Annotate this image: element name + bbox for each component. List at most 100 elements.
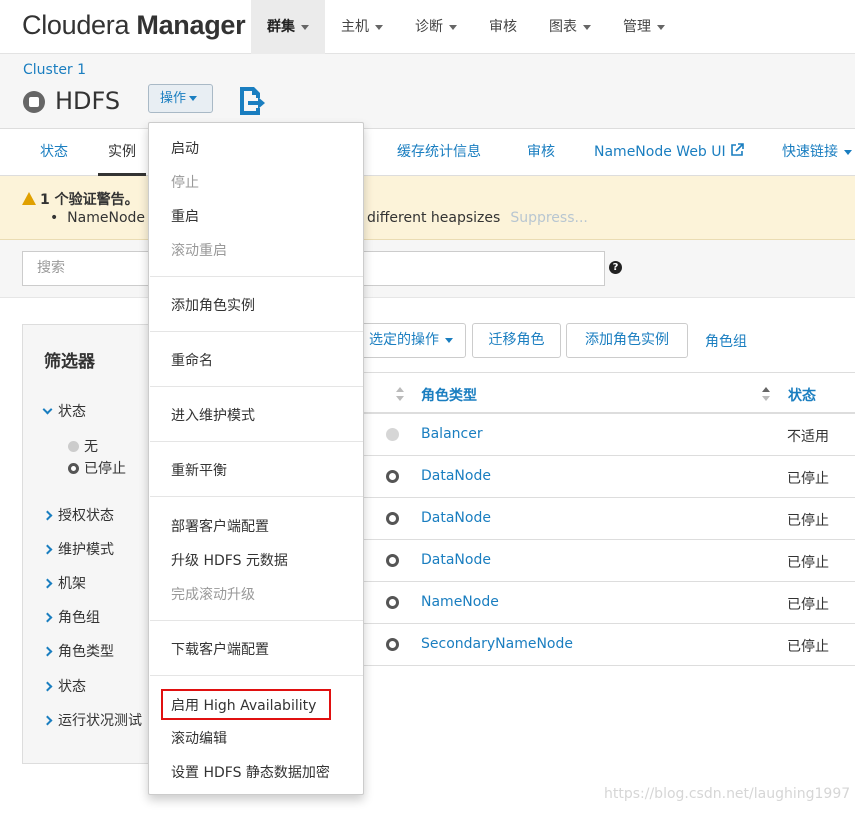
help-icon[interactable]: ?: [609, 261, 622, 274]
chevron-right-icon: [42, 715, 53, 726]
nav-diagnostics[interactable]: 诊断: [399, 0, 473, 54]
tab-label: 快速链接: [782, 144, 838, 160]
menu-item-enable-high-availability[interactable]: 启用 High Availability: [171, 695, 316, 715]
role-groups-link[interactable]: 角色组: [705, 331, 747, 351]
chevron-right-icon: [42, 612, 53, 623]
menu-item-roll-edits[interactable]: 滚动编辑: [171, 728, 227, 748]
search-area: 搜索 ?: [0, 240, 855, 298]
stopped-status-icon: [386, 512, 399, 525]
none-status-icon: [68, 441, 79, 452]
filter-option-stopped[interactable]: 已停止: [68, 458, 126, 478]
filter-status-expanded[interactable]: 状态: [42, 401, 86, 421]
menu-item-rebalance[interactable]: 重新平衡: [171, 460, 227, 480]
menu-item-rename[interactable]: 重命名: [171, 350, 213, 370]
nav-charts[interactable]: 图表: [533, 0, 607, 54]
column-state[interactable]: 状态: [788, 385, 816, 405]
warning-text-end: different heapsizes: [367, 210, 501, 226]
warning-text-start: NameNode: [67, 210, 146, 226]
page: Cloudera Manager 群集 主机 诊断 审核 图表 管理 Clust…: [0, 0, 855, 814]
filter-option-label: 已停止: [84, 461, 126, 477]
filter-maintenance-mode[interactable]: 维护模式: [42, 539, 114, 559]
stopped-status-icon: [386, 638, 399, 651]
sort-icon[interactable]: [396, 387, 404, 401]
nav-label: 管理: [623, 19, 651, 35]
nav-label: 图表: [549, 19, 577, 35]
filter-option-none[interactable]: 无: [68, 436, 98, 456]
chevron-right-icon: [42, 510, 53, 521]
filter-health-tests[interactable]: 运行状况测试: [42, 710, 142, 730]
role-state: 已停止: [787, 471, 829, 487]
column-role-type[interactable]: 角色类型: [421, 385, 477, 405]
tab-audits[interactable]: 审核: [527, 129, 555, 176]
validation-warning-banner: 1 个验证警告。 • NameNode different heapsizes S…: [0, 176, 855, 240]
filter-authorization-status[interactable]: 授权状态: [42, 505, 114, 525]
suppress-link[interactable]: Suppress...: [510, 210, 588, 226]
chevron-right-icon: [42, 544, 53, 555]
chevron-right-icon: [42, 646, 53, 657]
tab-quick-links[interactable]: 快速链接: [782, 129, 852, 176]
menu-divider: [150, 276, 363, 277]
warning-item-end: different heapsizes Suppress...: [367, 210, 588, 226]
nav-administration[interactable]: 管理: [607, 0, 681, 54]
menu-item-upgrade-hdfs-metadata[interactable]: 升级 HDFS 元数据: [171, 550, 288, 570]
menu-item-restart[interactable]: 重启: [171, 206, 199, 226]
menu-item-set-hdfs-encryption[interactable]: 设置 HDFS 静态数据加密: [171, 762, 330, 782]
role-link[interactable]: Balancer: [421, 426, 483, 442]
menu-item-deploy-client-config[interactable]: 部署客户端配置: [171, 516, 269, 536]
role-link[interactable]: DataNode: [421, 552, 491, 568]
table-row: SecondaryNameNode 已停止: [360, 624, 855, 666]
actions-dropdown-button[interactable]: 操作: [148, 84, 213, 113]
filter-label: 角色组: [58, 610, 100, 626]
tab-namenode-web-ui[interactable]: NameNode Web UI: [594, 129, 744, 176]
menu-item-start[interactable]: 启动: [171, 138, 199, 158]
tab-status[interactable]: 状态: [40, 129, 68, 176]
nav-label: 主机: [341, 19, 369, 35]
role-state: 已停止: [787, 555, 829, 571]
stopped-status-icon: [68, 463, 79, 474]
filters-panel: 筛选器 状态 无 已停止 授权状态 维护模式 机架 角色组 角色类型 状态 运行…: [22, 324, 162, 764]
menu-item-add-role-instance[interactable]: 添加角色实例: [171, 295, 255, 315]
chevron-down-icon: [375, 24, 383, 30]
filter-state[interactable]: 状态: [42, 676, 86, 696]
role-link[interactable]: DataNode: [421, 510, 491, 526]
chevron-down-icon: [42, 404, 53, 415]
role-state: 已停止: [787, 597, 829, 613]
menu-item-stop: 停止: [171, 175, 199, 191]
tab-cache-statistics[interactable]: 缓存统计信息: [397, 129, 481, 176]
chevron-right-icon: [42, 578, 53, 589]
role-link[interactable]: DataNode: [421, 468, 491, 484]
chevron-down-icon: [445, 337, 453, 343]
menu-divider: [150, 620, 363, 621]
table-row: NameNode 已停止: [360, 582, 855, 624]
actions-dropdown-menu: 启动 停止 重启 滚动重启 添加角色实例 重命名 进入维护模式 重新平衡 部署客…: [148, 122, 364, 795]
nav-label: 群集: [267, 19, 295, 35]
filter-label: 状态: [58, 679, 86, 695]
nav-hosts[interactable]: 主机: [325, 0, 399, 54]
nav-audits[interactable]: 审核: [473, 0, 533, 54]
na-status-icon: [386, 428, 399, 441]
table-row: DataNode 已停止: [360, 540, 855, 582]
menu-divider: [150, 441, 363, 442]
table-row: DataNode 已停止: [360, 456, 855, 498]
menu-item-enter-maintenance[interactable]: 进入维护模式: [171, 405, 255, 425]
filter-label: 授权状态: [58, 508, 114, 524]
tab-label: NameNode Web UI: [594, 144, 726, 160]
sort-ascending-icon[interactable]: [762, 387, 770, 401]
cluster-breadcrumb-link[interactable]: Cluster 1: [23, 62, 86, 78]
app-logo[interactable]: Cloudera Manager: [22, 10, 246, 41]
filter-role-group[interactable]: 角色组: [42, 607, 100, 627]
filter-rack[interactable]: 机架: [42, 573, 86, 593]
menu-item-finalize-rolling-upgrade: 完成滚动升级: [171, 587, 255, 603]
role-link[interactable]: SecondaryNameNode: [421, 636, 573, 652]
stopped-status-icon: [23, 91, 45, 113]
export-icon[interactable]: [238, 86, 266, 116]
menu-item-download-client-config[interactable]: 下载客户端配置: [171, 639, 269, 659]
filter-role-type[interactable]: 角色类型: [42, 641, 114, 661]
role-link[interactable]: NameNode: [421, 594, 499, 610]
nav-clusters[interactable]: 群集: [251, 0, 325, 54]
add-role-instance-button[interactable]: 添加角色实例: [566, 323, 688, 358]
external-link-icon: [731, 143, 744, 156]
service-header: Cluster 1 HDFS 操作: [0, 54, 855, 128]
tab-instances[interactable]: 实例: [98, 129, 146, 176]
migrate-roles-button[interactable]: 迁移角色: [472, 323, 561, 358]
